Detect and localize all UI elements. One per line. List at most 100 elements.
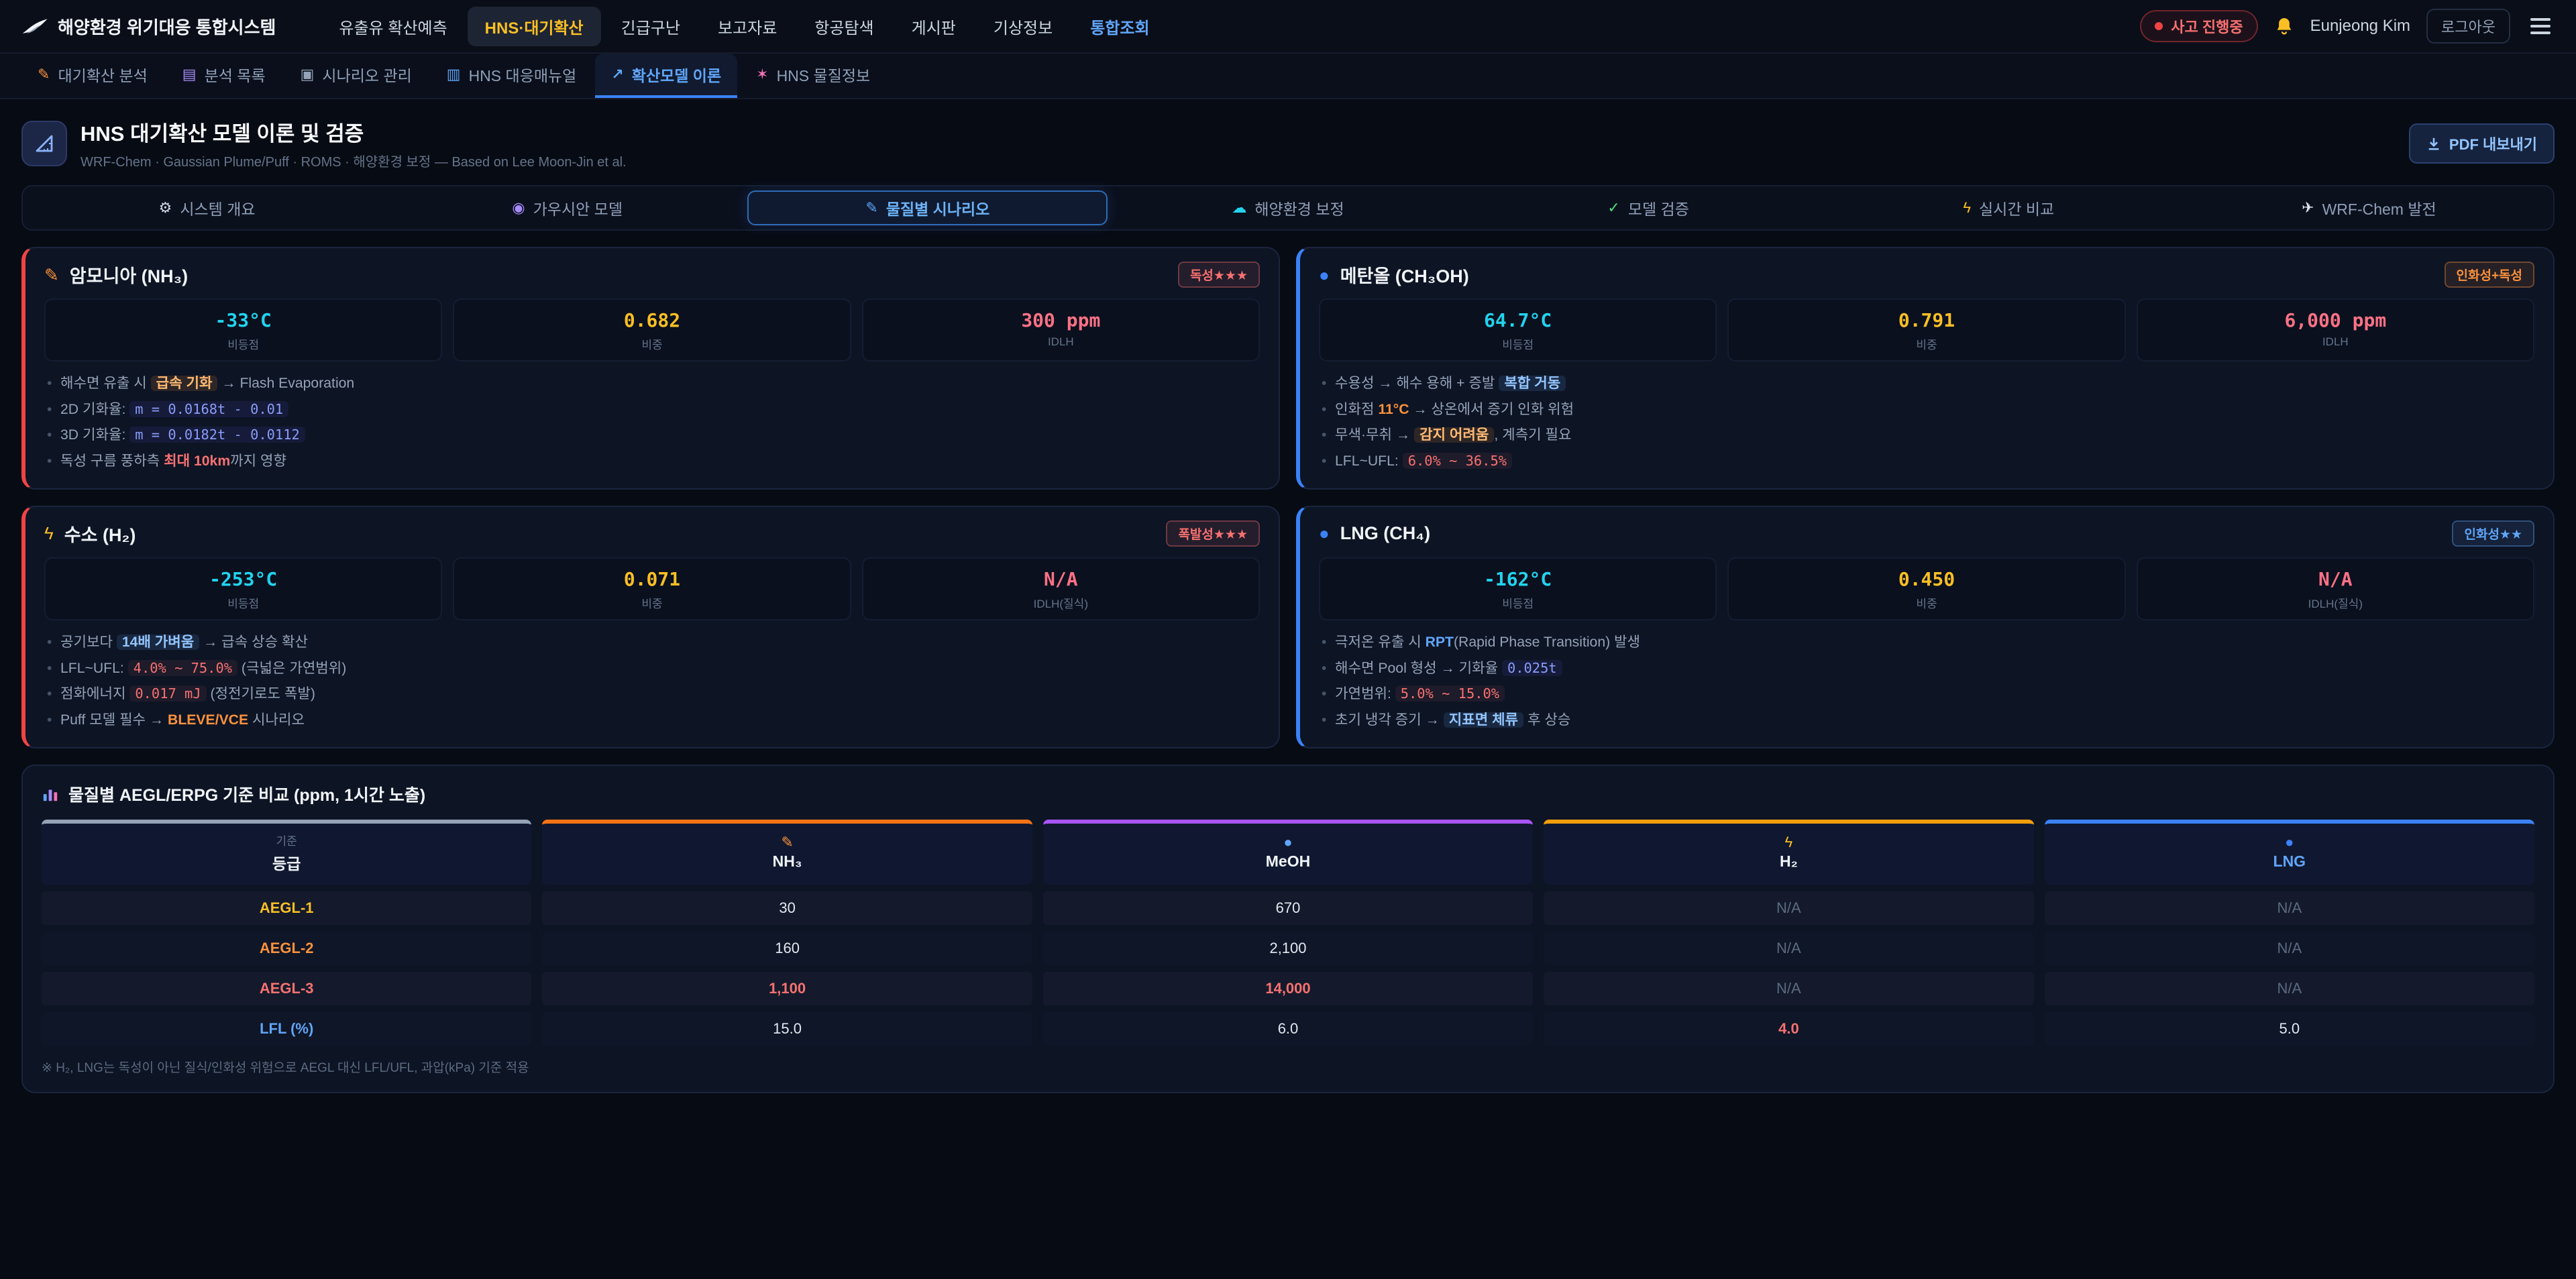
bullet-list: 극저온 유출 시 RPT(Rapid Phase Transition) 발생해…: [1319, 632, 2534, 731]
row-label: AEGL-3: [42, 972, 531, 1005]
stat-label: 비등점: [51, 594, 435, 611]
pencil-icon: ✎: [44, 266, 59, 284]
page-header-left: HNS 대기확산 모델 이론 및 검증 WRF-Chem · Gaussian …: [21, 117, 627, 170]
bullet-list: 해수면 유출 시 급속 기화 → Flash Evaporation2D 기화율…: [44, 374, 1260, 472]
section-tab[interactable]: ϟ실시간 비교: [1829, 190, 2189, 225]
highlight: 11°C: [1378, 402, 1409, 417]
subnav-item[interactable]: ▤분석 목록: [166, 54, 282, 98]
stat-label: 비등점: [1326, 335, 1710, 352]
stat-label: IDLH(질식): [869, 594, 1253, 611]
stat-box: -253°C 비등점: [44, 557, 442, 620]
incident-dot-icon: [2155, 22, 2163, 30]
nav-item[interactable]: 기상정보: [976, 7, 1070, 46]
subnav-item[interactable]: ▣시나리오 관리: [284, 54, 428, 98]
card-header: ✎암모니아 (NH₃)독성★★★: [44, 262, 1260, 288]
list-icon: ▤: [182, 67, 197, 82]
main-nav: 유출유 확산예측HNS·대기확산긴급구난보고자료항공탐색게시판기상정보통합조회: [321, 7, 2140, 46]
bullet-item: 2D 기화율: m = 0.0168t - 0.01: [44, 400, 1260, 421]
bullet-item: 무색·무취 → 감지 어려움, 계측기 필요: [1319, 425, 2534, 446]
cloud-icon: ☁: [1232, 201, 1246, 215]
stat-box: N/AIDLH(질식): [2137, 557, 2534, 620]
subnav-label: HNS 물질정보: [777, 63, 871, 86]
card-title: 메탄올 (CH₃OH): [1340, 262, 2434, 288]
nav-item[interactable]: 보고자료: [700, 7, 794, 46]
circle-icon: ●: [1319, 266, 1330, 284]
nav-item[interactable]: 유출유 확산예측: [321, 7, 464, 46]
column-header: ●LNG: [2045, 820, 2534, 885]
subnav-item[interactable]: ↗확산모델 이론: [595, 54, 737, 98]
cell-value: 30: [542, 891, 1032, 925]
stat-label: IDLH(질식): [2143, 594, 2528, 611]
bullet-item: 가연범위: 5.0% ~ 15.0%: [1319, 684, 2534, 705]
nav-item[interactable]: 항공탐색: [797, 7, 891, 46]
tab-label: 시스템 개요: [180, 197, 255, 219]
nav-item[interactable]: 게시판: [894, 7, 973, 46]
stat-value: 64.7°C: [1326, 309, 1710, 331]
subnav-item[interactable]: ✶ HNS 물질정보: [740, 54, 886, 98]
section-tab[interactable]: ✎ 물질별 시나리오: [747, 190, 1108, 225]
section-tab[interactable]: ☁해양환경 보정: [1108, 190, 1468, 225]
stat-box: 300 ppmIDLH: [862, 298, 1260, 362]
topnav-right: 사고 진행중 Eunjeong Kim 로그아웃: [2140, 9, 2555, 44]
card-title: 수소 (H₂): [64, 520, 1156, 547]
stat-value: 300 ppm: [869, 309, 1253, 331]
cell-value: 670: [1043, 891, 1533, 925]
cards-grid: ✎암모니아 (NH₃)독성★★★-33°C비등점0.682비중300 ppmID…: [21, 247, 2555, 748]
comparison-table: 물질별 AEGL/ERPG 기준 비교 (ppm, 1시간 노출) 기준등급✎N…: [21, 765, 2555, 1093]
nav-item[interactable]: 긴급구난: [604, 7, 698, 46]
page: 해양환경 위기대응 통합시스템 유출유 확산예측HNS·대기확산긴급구난보고자료…: [0, 0, 2576, 1278]
cell-value: 14,000: [1043, 972, 1533, 1005]
highlight: 감지 어려움: [1414, 427, 1494, 443]
nav-item[interactable]: HNS·대기확산: [468, 7, 601, 46]
highlight: BLEVE/VCE: [168, 712, 248, 728]
section-tabs: ⚙시스템 개요◉가우시안 모델 ✎ 물질별 시나리오 ☁해양환경 보정✓모델 검증ϟ실…: [21, 185, 2555, 231]
bullet-item: Puff 모델 필수 → BLEVE/VCE 시나리오: [44, 710, 1260, 731]
stat-box: -33°C비등점: [44, 298, 442, 362]
bullet-item: 극저온 유출 시 RPT(Rapid Phase Transition) 발생: [1319, 632, 2534, 653]
section-tab[interactable]: ⚙시스템 개요: [27, 190, 387, 225]
stat-box: 0.071비중: [453, 557, 851, 620]
pdf-export-button[interactable]: PDF 내보내기: [2409, 123, 2555, 164]
bell-icon[interactable]: [2274, 16, 2294, 36]
nav-item[interactable]: 통합조회: [1073, 7, 1167, 46]
pencil-icon: ✎: [865, 201, 877, 215]
card-h2: ϟ수소 (H₂)폭발성★★★-253°C비등점0.071비중N/AIDLH(질식…: [21, 506, 1280, 748]
tab-label: 물질별 시나리오: [886, 197, 990, 219]
highlight: 최대 10km: [164, 453, 230, 469]
section-tab[interactable]: ✓모델 검증: [1468, 190, 1829, 225]
logout-button[interactable]: 로그아웃: [2426, 9, 2510, 44]
section-tab[interactable]: ◉가우시안 모델: [387, 190, 747, 225]
circle-icon: ●: [1319, 524, 1330, 542]
stat-value: 0.791: [1734, 309, 2118, 331]
bullet-list: 수용성 → 해수 용해 + 증발 복합 거동인화점 11°C → 상온에서 증기…: [1319, 374, 2534, 472]
incident-badge[interactable]: 사고 진행중: [2140, 10, 2257, 42]
stats-row: -162°C비등점0.450비중N/AIDLH(질식): [1319, 557, 2534, 620]
column-header-label: LNG: [2273, 852, 2306, 871]
stat-box: N/A IDLH(질식): [862, 557, 1260, 620]
incident-label: 사고 진행중: [2171, 15, 2243, 37]
subnav-label: 대기확산 분석: [58, 63, 147, 86]
cell-value: 2,100: [1043, 932, 1533, 965]
subnav-item[interactable]: ▥HNS 대응매뉴얼: [431, 54, 593, 98]
menu-icon[interactable]: [2526, 14, 2555, 38]
card-lng: ●LNG (CH₄)인화성★★-162°C비등점0.450비중N/AIDLH(질…: [1296, 506, 2555, 748]
highlight: 지표면 체류: [1444, 712, 1523, 728]
cell-value: 4.0: [1544, 1012, 2033, 1046]
stat-label: 비중: [460, 594, 844, 611]
row-label: AEGL-1: [42, 891, 531, 925]
table-title: 물질별 AEGL/ERPG 기준 비교 (ppm, 1시간 노출): [68, 782, 425, 806]
stat-box: -162°C비등점: [1319, 557, 1717, 620]
stat-value: N/A: [869, 568, 1253, 590]
subnav-item[interactable]: ✎대기확산 분석: [21, 54, 164, 98]
hazard-badge: 인화성★★: [2452, 520, 2534, 547]
table-title-row: 물질별 AEGL/ERPG 기준 비교 (ppm, 1시간 노출): [42, 782, 2534, 806]
stat-box: 0.791비중: [1727, 298, 2125, 362]
flask-icon: ✶: [756, 67, 768, 82]
brand[interactable]: 해양환경 위기대응 통합시스템: [21, 14, 276, 39]
section-tab[interactable]: ✈WRF-Chem 발전: [2189, 190, 2549, 225]
brand-title: 해양환경 위기대응 통합시스템: [58, 14, 276, 39]
stat-value: -253°C: [51, 568, 435, 590]
tab-label: 가우시안 모델: [533, 197, 623, 219]
card-header: ●메탄올 (CH₃OH)인화성+독성: [1319, 262, 2534, 288]
bullet-item: 3D 기화율: m = 0.0182t - 0.0112: [44, 425, 1260, 446]
